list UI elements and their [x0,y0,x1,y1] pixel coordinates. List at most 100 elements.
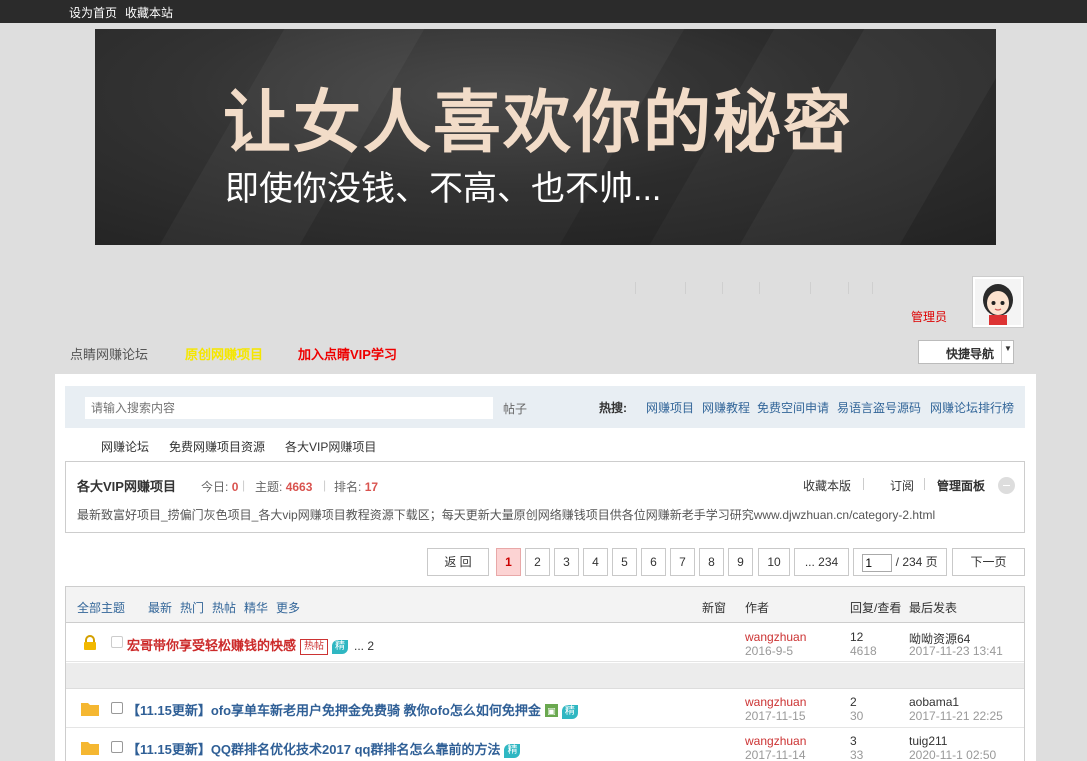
admin-panel-button[interactable]: 管理面板 [937,477,985,494]
filter-all-threads[interactable]: 全部主题 [77,599,125,616]
page-link-current[interactable]: 1 [496,548,521,576]
filter-popular[interactable]: 热门 [180,599,204,616]
stat-separator: | [323,478,327,492]
page-link[interactable]: 8 [699,548,724,576]
table-row: 【11.15更新】QQ群排名优化技术2017 qq群排名怎么靠前的方法精 wan… [66,729,1024,761]
search-input[interactable] [85,397,493,419]
thread-date: 2016-9-5 [745,644,794,658]
action-separator [924,478,925,490]
banner-ad[interactable]: 让女人喜欢你的秘密 即使你没钱、不高、也不帅... [95,29,996,245]
back-button[interactable]: 返 回 [427,548,489,576]
thread-checkbox[interactable] [111,702,123,714]
filter-more[interactable]: 更多 [276,599,300,616]
last-post-date[interactable]: 2020-11-1 02:50 [909,748,996,761]
nav-forum-home[interactable]: 点睛网赚论坛 [70,344,148,363]
forum-stat-today: 今日: 0 [201,480,239,494]
banner-title: 让女人喜欢你的秘密 [223,85,854,161]
page-jump-input[interactable] [862,553,893,572]
filter-latest[interactable]: 最新 [148,599,172,616]
thread-author[interactable]: wangzhuan [745,695,806,709]
page-link[interactable]: 10 [758,548,790,576]
column-last-post: 最后发表 [909,601,958,615]
last-post-date[interactable]: 2017-11-23 13:41 [909,644,1003,658]
page-link[interactable]: 2 [525,548,550,576]
hot-search-link[interactable]: 网赚论坛排行榜 [930,399,1014,416]
thread-pages[interactable]: ... 2 [354,639,374,653]
subscribe-button[interactable]: 订阅 [890,477,914,494]
banner-subtitle: 即使你没钱、不高、也不帅... [225,170,662,208]
new-window-toggle[interactable]: 新窗 [702,599,726,616]
essence-badge: 精 [504,744,521,758]
thread-list: 全部主题 最新 热门 热帖 精华 更多 新窗 作者 回复/查看 最后发表 宏哥带… [65,586,1025,761]
column-author: 作者 [745,601,770,615]
thread-checkbox[interactable] [111,636,123,648]
reply-count: 2 [850,695,857,709]
next-page-button[interactable]: 下一页 [952,548,1025,576]
set-homepage-link[interactable]: 设为首页 [69,4,117,21]
last-post-user[interactable]: aobama1 [909,695,959,709]
nav-vip-join[interactable]: 加入点睛VIP学习 [298,344,397,363]
essence-badge: 精 [561,705,578,719]
search-type-select[interactable]: 帖子 [503,400,527,417]
essence-badge: 精 [332,640,349,654]
nav-original-projects[interactable]: 原创网赚项目 [185,344,263,363]
page-link[interactable]: 4 [583,548,608,576]
action-separator [863,478,864,490]
thread-list-header: 全部主题 最新 热门 热帖 精华 更多 新窗 作者 回复/查看 最后发表 [66,587,1024,623]
hot-search-link[interactable]: 易语言盗号源码 [837,399,921,416]
avatar-icon [975,279,1021,325]
top-bar: 设为首页 收藏本站 [0,0,1087,23]
hot-badge: 热帖 [300,639,329,655]
user-avatar[interactable] [972,276,1024,328]
bookmark-site-link[interactable]: 收藏本站 [125,4,173,21]
breadcrumb-item[interactable]: 免费网赚项目资源 [169,438,265,455]
page-link[interactable]: 5 [612,548,637,576]
user-role-label[interactable]: 管理员 [911,308,947,325]
thread-separator [66,663,1024,689]
reply-count: 12 [850,630,864,644]
forum-info-box: 各大VIP网赚项目 今日: 0 | 主题: 4663 | 排名: 17 收藏本版… [65,461,1025,533]
thread-checkbox[interactable] [111,741,123,753]
favorite-forum-button[interactable]: 收藏本版 [803,477,851,494]
main-content: 帖子 热搜: 网赚项目 网赚教程 免费空间申请 易语言盗号源码 网赚论坛排行榜 … [55,374,1036,761]
page-jump: / 234 页 [853,548,947,576]
page-link[interactable]: 9 [728,548,753,576]
search-bar: 帖子 热搜: 网赚项目 网赚教程 免费空间申请 易语言盗号源码 网赚论坛排行榜 [65,386,1025,428]
thread-author[interactable]: wangzhuan [745,734,806,748]
filter-hot[interactable]: 热帖 [212,599,236,616]
chevron-down-icon: ▼ [1004,344,1012,353]
hot-search-link[interactable]: 网赚教程 [702,399,750,416]
breadcrumb-item[interactable]: 网赚论坛 [101,438,149,455]
table-row: 宏哥带你享受轻松赚钱的快感 热帖精... 2 wangzhuan 2016-9-5… [66,624,1024,662]
view-count: 4618 [850,644,877,658]
hot-search-link[interactable]: 网赚项目 [646,399,694,416]
page-link[interactable]: 7 [670,548,695,576]
forum-description: 最新致富好项目_捞偏门灰色项目_各大vip网赚项目教程资源下载区；每天更新大量原… [77,508,936,522]
thread-date: 2017-11-15 [745,709,806,723]
thread-date: 2017-11-14 [745,748,806,761]
filter-essence[interactable]: 精华 [244,599,268,616]
quick-nav-button[interactable]: 快捷导航 ▼ [918,340,1014,364]
thread-title[interactable]: 宏哥带你享受轻松赚钱的快感 热帖精... 2 [127,635,374,655]
collapse-icon[interactable] [998,477,1015,494]
page-total-label: / 234 页 [895,555,938,569]
table-row: 【11.15更新】ofo享单车新老用户免押金免费骑 教你ofo怎么如何免押金 ▣ 精… [66,690,1024,728]
page-link[interactable]: 3 [554,548,579,576]
forum-stat-rank: 排名: 17 [334,480,379,494]
folder-icon[interactable] [81,701,99,716]
thread-title[interactable]: 【11.15更新】ofo享单车新老用户免押金免费骑 教你ofo怎么如何免押金 ▣ 精 [127,700,578,719]
last-post-date[interactable]: 2017-11-21 22:25 [909,709,1003,723]
thread-author[interactable]: wangzhuan [745,630,806,644]
page-link-last[interactable]: ... 234 [794,548,849,576]
image-attachment-icon: ▣ [544,704,558,717]
thread-title[interactable]: 【11.15更新】QQ群排名优化技术2017 qq群排名怎么靠前的方法精 [127,739,521,758]
folder-icon[interactable] [81,740,99,755]
stat-separator: | [242,478,246,492]
quick-nav-separator [1001,341,1002,363]
lock-icon [84,635,96,650]
hot-search-link[interactable]: 免费空间申请 [757,399,829,416]
quick-nav-label: 快捷导航 [946,347,995,361]
last-post-user[interactable]: tuig211 [909,734,947,748]
page-link[interactable]: 6 [641,548,666,576]
breadcrumb-item[interactable]: 各大VIP网赚项目 [285,438,376,455]
